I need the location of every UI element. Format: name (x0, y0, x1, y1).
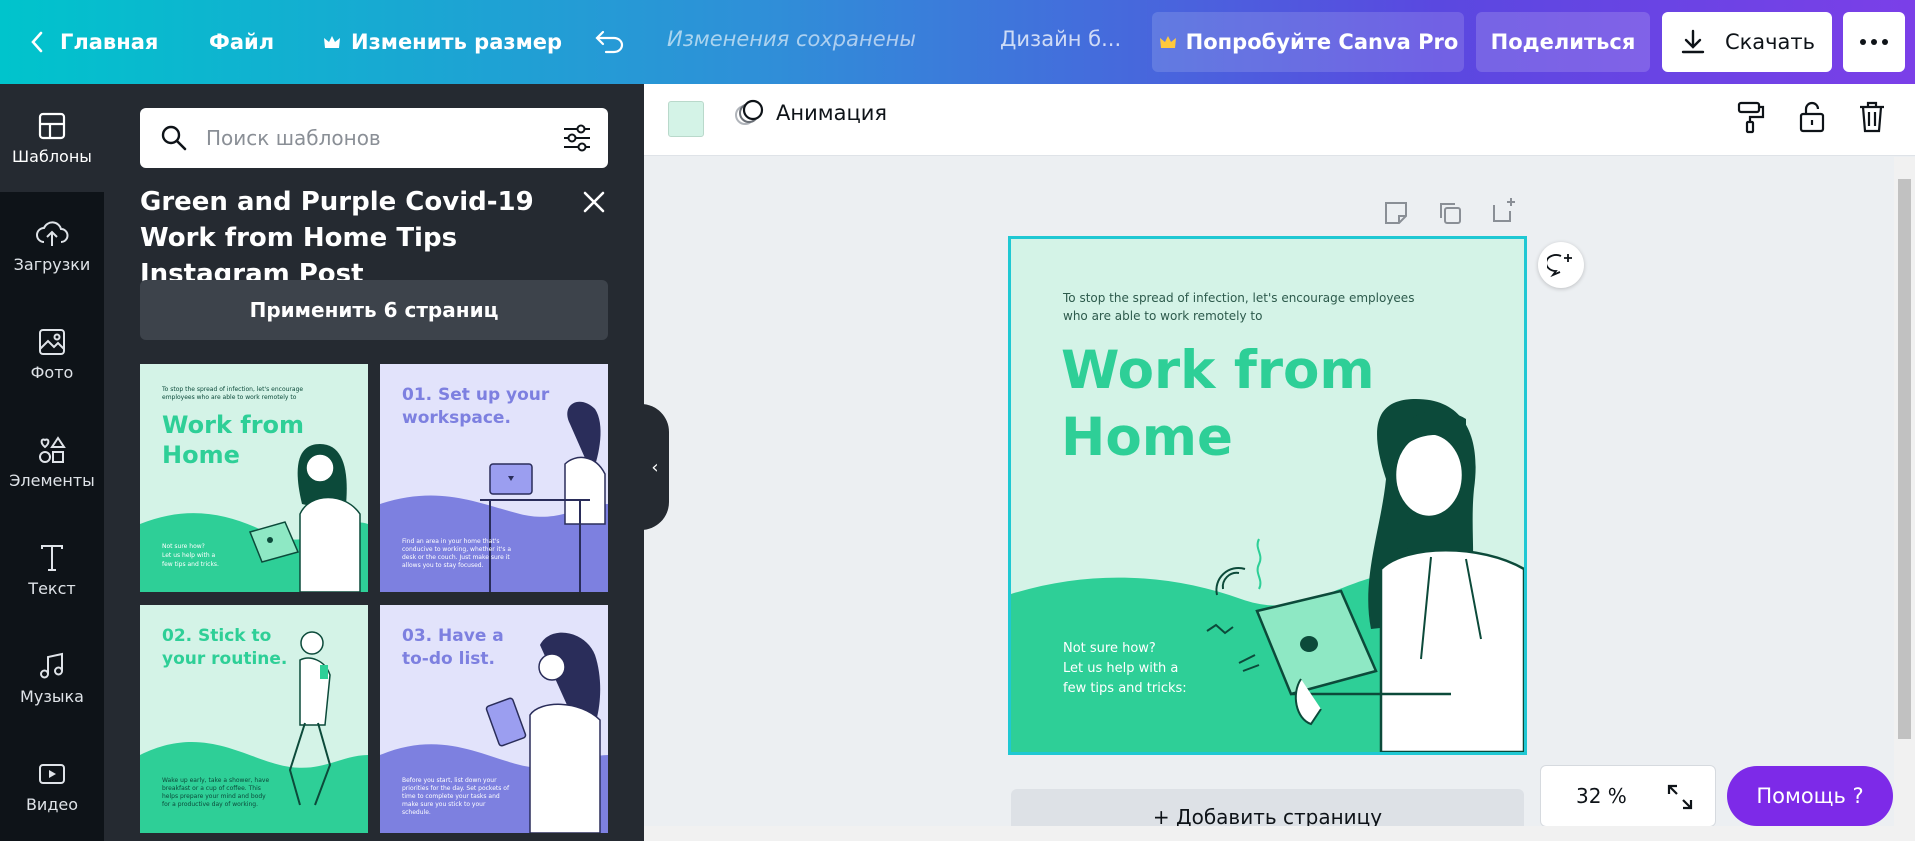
filter-sliders-icon[interactable] (562, 124, 592, 152)
file-menu-button[interactable]: Файл (209, 0, 274, 84)
close-icon[interactable] (582, 190, 606, 214)
top-bar: Главная Файл Изменить размер Изменения с… (0, 0, 1915, 84)
zoom-control: 32 % (1540, 765, 1716, 827)
template-thumbnail[interactable]: 01. Set up your workspace. Find an area … (380, 364, 608, 592)
rail-item-uploads[interactable]: Загрузки (0, 192, 104, 300)
photo-icon (39, 328, 65, 355)
chevron-left-icon (31, 31, 43, 53)
fullscreen-expand-icon[interactable] (1666, 783, 1694, 811)
try-pro-button[interactable]: Попробуйте Canva Pro (1152, 12, 1464, 72)
more-menu-button[interactable] (1843, 12, 1905, 72)
undo-button[interactable] (594, 0, 626, 84)
templates-panel: Green and Purple Covid-19 Work from Home… (104, 84, 644, 841)
template-thumbnail[interactable]: To stop the spread of infection, let's e… (140, 364, 368, 592)
background-color-swatch[interactable] (668, 101, 704, 137)
design-artboard[interactable]: To stop the spread of infection, let's e… (1008, 236, 1527, 755)
rail-item-music[interactable]: Музыка (0, 624, 104, 732)
zoom-value[interactable]: 32 % (1576, 784, 1627, 808)
horizontal-scrollbar[interactable] (644, 826, 1894, 841)
apply-all-pages-button[interactable]: Применить 6 страниц (140, 280, 608, 340)
crown-icon (1159, 36, 1176, 48)
elements-icon (39, 435, 66, 463)
home-button[interactable]: Главная (28, 0, 158, 84)
trash-icon[interactable] (1858, 100, 1886, 134)
add-comment-button[interactable] (1538, 242, 1584, 288)
search-icon (161, 125, 187, 151)
saved-status: Изменения сохранены (667, 27, 916, 51)
search-input[interactable] (206, 124, 536, 152)
context-toolbar: Анимация (644, 84, 1915, 156)
template-thumbnail[interactable]: 03. Have a to-do list. Before you start,… (380, 605, 608, 833)
more-dots-icon (1860, 39, 1888, 45)
download-button[interactable]: Скачать (1662, 12, 1832, 72)
template-title: Green and Purple Covid-19 Work from Home… (140, 187, 534, 289)
templates-icon (38, 112, 66, 139)
add-comment-icon (1547, 254, 1572, 278)
video-icon (39, 763, 65, 784)
artboard-footer-text[interactable]: Not sure how? Let us help with a few tip… (1063, 639, 1223, 699)
rail-item-video[interactable]: Видео (0, 732, 104, 840)
crown-icon (324, 36, 340, 48)
unlock-icon[interactable] (1798, 100, 1826, 134)
vertical-scroll-thumb[interactable] (1898, 179, 1911, 739)
text-icon (41, 544, 63, 571)
download-icon (1681, 29, 1705, 54)
thumb-footer-text: Wake up early, take a shower, have break… (162, 777, 270, 808)
vertical-scrollbar[interactable] (1894, 157, 1915, 841)
rail-item-text[interactable]: Текст (0, 516, 104, 624)
page-notes-icon[interactable] (1382, 199, 1410, 227)
thumb-footer-text: Before you start, list down your priorit… (402, 777, 510, 816)
template-thumbnail[interactable]: 02. Stick to your routine. Wake up early… (140, 605, 368, 833)
search-box (140, 108, 608, 168)
copy-style-paint-roller-icon[interactable] (1736, 100, 1766, 134)
animation-button[interactable]: Анимация (732, 98, 887, 128)
rail-item-photos[interactable]: Фото (0, 300, 104, 408)
side-rail: Шаблоны Загрузки Фото Элементы Текст Муз… (0, 84, 104, 841)
music-icon (40, 652, 63, 678)
thumb-footer-text: Not sure how? Let us help with a few tip… (162, 543, 219, 568)
share-button[interactable]: Поделиться (1476, 12, 1650, 72)
thumb-footer-text: Find an area in your home that's conduci… (402, 538, 512, 569)
undo-icon (595, 30, 624, 54)
add-page-icon[interactable] (1490, 197, 1518, 225)
resize-button[interactable]: Изменить размер (323, 0, 562, 84)
help-button[interactable]: Помощь ? (1727, 766, 1893, 826)
duplicate-page-icon[interactable] (1436, 199, 1464, 227)
rail-item-templates[interactable]: Шаблоны (0, 84, 104, 192)
rail-item-elements[interactable]: Элементы (0, 408, 104, 516)
animation-icon (735, 99, 764, 125)
design-name[interactable]: Дизайн б... (1000, 27, 1121, 51)
home-label: Главная (60, 30, 159, 54)
upload-cloud-icon (36, 220, 69, 246)
